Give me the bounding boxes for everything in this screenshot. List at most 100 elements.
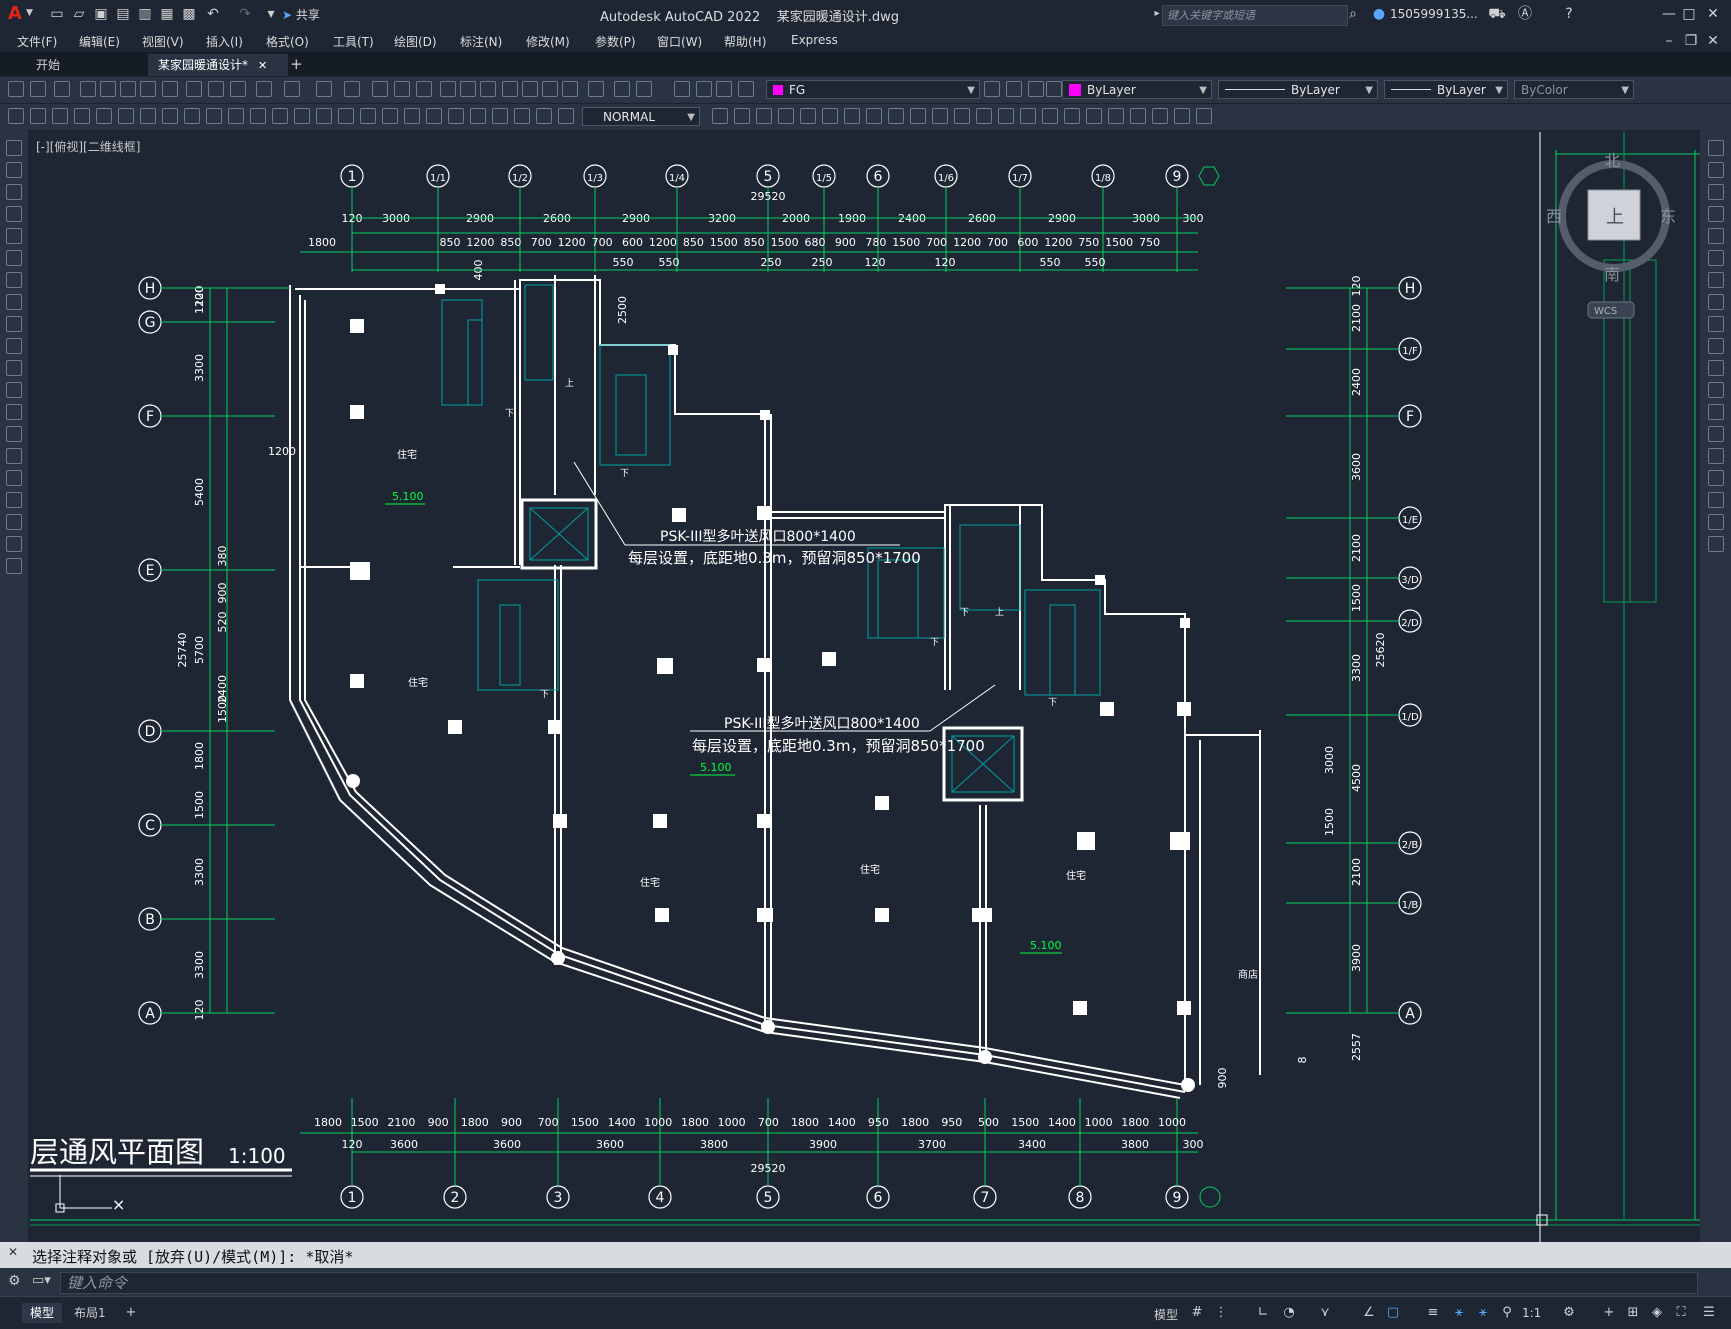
toolbar-tool-icon[interactable] <box>230 81 246 97</box>
menu-dimension[interactable]: 标注(N) <box>460 33 502 50</box>
modify-tool-icon[interactable] <box>1174 108 1190 124</box>
layout-tab-layout1[interactable]: 布局1 <box>66 1303 114 1323</box>
draw-tool-icon[interactable] <box>6 558 22 574</box>
layer-tool-icon[interactable] <box>1046 81 1062 97</box>
dimension-tool-icon[interactable] <box>52 108 68 124</box>
viewcube[interactable]: 上 北 南 东 西 WCS <box>1546 151 1676 319</box>
search-icon[interactable]: ⌕ <box>1344 5 1362 23</box>
toolbar-tool-icon[interactable] <box>542 81 558 97</box>
layer-tool-icon[interactable] <box>696 81 712 97</box>
user-account[interactable]: 1505999135... <box>1390 7 1478 21</box>
draw-tool-icon[interactable] <box>6 228 22 244</box>
new-tab-icon[interactable]: + <box>290 55 303 73</box>
dimension-tool-icon[interactable] <box>426 108 442 124</box>
units-icon[interactable]: ⊞ <box>1624 1304 1642 1322</box>
modify-palette-icon[interactable] <box>1708 294 1724 310</box>
customize-icon[interactable]: ⚙ <box>8 1273 21 1289</box>
menu-tools[interactable]: 工具(T) <box>333 33 374 50</box>
toolbar-tool-icon[interactable] <box>54 81 70 97</box>
compass-east[interactable]: 东 <box>1660 207 1676 226</box>
modify-tool-icon[interactable] <box>1042 108 1058 124</box>
scale-dropdown[interactable]: 1:1 <box>1522 1306 1541 1320</box>
toolbar-tool-icon[interactable] <box>460 81 476 97</box>
compass-north[interactable]: 北 <box>1604 151 1620 170</box>
toolbar-tool-icon[interactable] <box>30 81 46 97</box>
modify-tool-icon[interactable] <box>888 108 904 124</box>
search-input[interactable]: 键入关键字或短语 <box>1162 5 1348 26</box>
annotation-autoscale-icon[interactable]: ⚲ <box>1498 1304 1516 1322</box>
dimension-tool-icon[interactable] <box>382 108 398 124</box>
add-layout-icon[interactable]: + <box>122 1304 140 1322</box>
dimension-tool-icon[interactable] <box>470 108 486 124</box>
lineweight-dropdown[interactable]: ByLayer ▼ <box>1384 80 1508 99</box>
modify-tool-icon[interactable] <box>976 108 992 124</box>
modify-palette-icon[interactable] <box>1708 250 1724 266</box>
grid-icon[interactable]: # <box>1188 1304 1206 1322</box>
dimension-tool-icon[interactable] <box>360 108 376 124</box>
toolbar-tool-icon[interactable] <box>562 81 578 97</box>
toolbar-tool-icon[interactable] <box>100 81 116 97</box>
modify-palette-icon[interactable] <box>1708 206 1724 222</box>
ortho-icon[interactable]: ∟ <box>1254 1304 1272 1322</box>
menu-edit[interactable]: 编辑(E) <box>79 33 120 50</box>
workspace-gear-icon[interactable]: ⚙ <box>1560 1304 1578 1322</box>
tab-drawing[interactable]: 某家园暖通设计* ✕ <box>148 54 288 76</box>
layer-tool-icon[interactable] <box>984 81 1000 97</box>
draw-tool-icon[interactable] <box>6 448 22 464</box>
toolbar-tool-icon[interactable] <box>394 81 410 97</box>
dimension-tool-icon[interactable] <box>96 108 112 124</box>
quick-access-dropdown-icon[interactable]: ▾ <box>262 5 280 23</box>
dimstyle-dropdown[interactable]: NORMAL ▼ <box>582 107 700 126</box>
modify-tool-icon[interactable] <box>844 108 860 124</box>
modify-tool-icon[interactable] <box>734 108 750 124</box>
tab-start[interactable]: 开始 <box>26 54 156 76</box>
share-button[interactable]: ➤ 共享 <box>282 6 320 23</box>
toolbar-tool-icon[interactable] <box>186 81 202 97</box>
dimension-tool-icon[interactable] <box>118 108 134 124</box>
undo-icon[interactable]: ↶ <box>204 5 222 23</box>
annotation-visibility-icon[interactable]: ⚹ <box>1474 1304 1492 1322</box>
modify-tool-icon[interactable] <box>954 108 970 124</box>
dimension-tool-icon[interactable] <box>140 108 156 124</box>
save-as-icon[interactable]: ▤ <box>114 5 132 23</box>
lineweight-icon[interactable]: ≡ <box>1424 1304 1442 1322</box>
modify-tool-icon[interactable] <box>778 108 794 124</box>
modify-tool-icon[interactable] <box>822 108 838 124</box>
draw-tool-icon[interactable] <box>6 140 22 156</box>
doc-minimize-icon[interactable]: – <box>1660 32 1678 50</box>
toolbar-tool-icon[interactable] <box>502 81 518 97</box>
layer-tool-icon[interactable] <box>1028 81 1044 97</box>
dimension-tool-icon[interactable] <box>558 108 574 124</box>
draw-tool-icon[interactable] <box>6 404 22 420</box>
polar-icon[interactable]: ◔ <box>1280 1304 1298 1322</box>
modify-palette-icon[interactable] <box>1708 382 1724 398</box>
toolbar-tool-icon[interactable] <box>522 81 538 97</box>
dimension-tool-icon[interactable] <box>8 108 24 124</box>
toolbar-tool-icon[interactable] <box>372 81 388 97</box>
modify-palette-icon[interactable] <box>1708 338 1724 354</box>
modify-tool-icon[interactable] <box>712 108 728 124</box>
modify-palette-icon[interactable] <box>1708 404 1724 420</box>
otrack-icon[interactable]: ▢ <box>1384 1304 1402 1322</box>
model-space-button[interactable]: 模型 <box>1154 1306 1178 1323</box>
plotstyle-dropdown[interactable]: ByColor ▼ <box>1514 80 1634 99</box>
dimension-tool-icon[interactable] <box>184 108 200 124</box>
layer-tool-icon[interactable] <box>674 81 690 97</box>
modify-palette-icon[interactable] <box>1708 514 1724 530</box>
layer-tool-icon[interactable] <box>738 81 754 97</box>
draw-tool-icon[interactable] <box>6 470 22 486</box>
menu-parameter[interactable]: 参数(P) <box>595 33 636 50</box>
modify-tool-icon[interactable] <box>932 108 948 124</box>
draw-tool-icon[interactable] <box>6 382 22 398</box>
dimension-tool-icon[interactable] <box>492 108 508 124</box>
dimension-tool-icon[interactable] <box>228 108 244 124</box>
menu-format[interactable]: 格式(O) <box>266 33 309 50</box>
command-prompt-icon[interactable]: ▭▾ <box>32 1273 51 1288</box>
modify-tool-icon[interactable] <box>1108 108 1124 124</box>
toolbar-tool-icon[interactable] <box>440 81 456 97</box>
toolbar-tool-icon[interactable] <box>120 81 136 97</box>
save-icon[interactable]: ▣ <box>92 5 110 23</box>
dimension-tool-icon[interactable] <box>250 108 266 124</box>
menu-insert[interactable]: 插入(I) <box>206 33 243 50</box>
linetype-dropdown[interactable]: ByLayer ▼ <box>1218 80 1378 99</box>
